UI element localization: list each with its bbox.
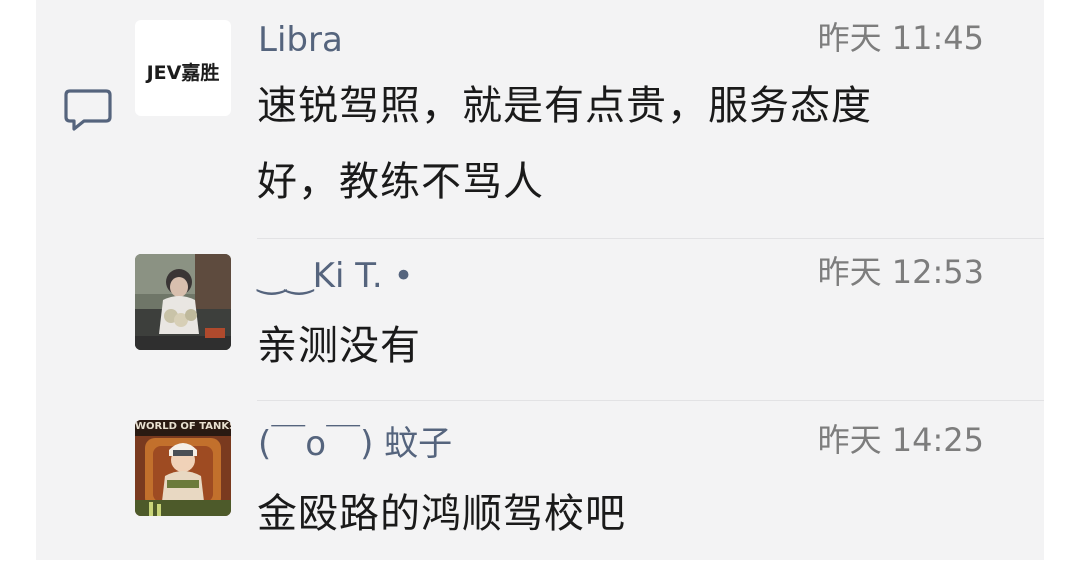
author-name[interactable]: Libra (258, 20, 343, 60)
author-name[interactable]: ‿‿Ki T. • (258, 256, 414, 296)
avatar[interactable] (135, 254, 231, 350)
timestamp: 昨天 11:45 (817, 19, 984, 57)
avatar[interactable]: WORLD OF TANKS (135, 420, 231, 516)
comment-text: 金殴路的鸿顺驾校吧 (257, 491, 626, 537)
user-photo (135, 254, 231, 350)
timestamp: 昨天 14:25 (817, 421, 984, 459)
game-character (135, 420, 231, 516)
avatar[interactable]: JEV嘉胜 (135, 20, 231, 116)
brand-logo: JEV嘉胜 (146, 62, 220, 84)
author-name[interactable]: (￣o￣) 蚊子 (258, 424, 452, 464)
comment-text: 速锐驾照，就是有点贵，服务态度好，教练不骂人 (257, 83, 872, 205)
avatar-banner-text: WORLD OF TANKS (135, 421, 231, 432)
comment-text: 亲测没有 (257, 323, 421, 369)
comment-bubble-icon[interactable] (62, 87, 114, 133)
divider (257, 238, 1044, 239)
divider (257, 400, 1044, 401)
timestamp: 昨天 12:53 (817, 253, 984, 291)
